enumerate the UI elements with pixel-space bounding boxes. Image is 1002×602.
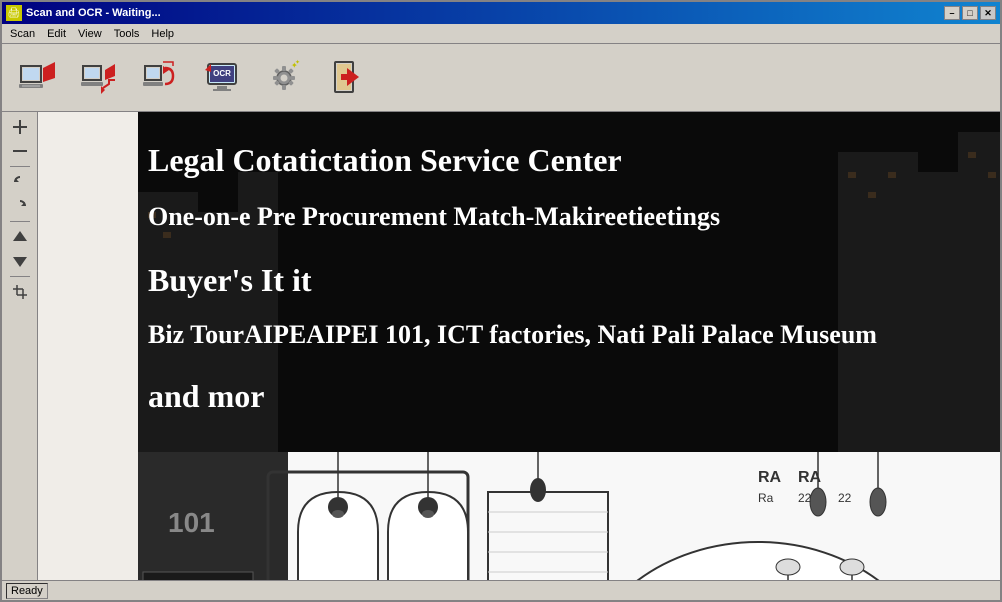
zoom-in-button[interactable] (9, 116, 31, 138)
settings-button[interactable]: ✦ ✦ (254, 48, 314, 108)
minimize-button[interactable]: – (944, 6, 960, 20)
scroll-down-button[interactable] (9, 250, 31, 272)
scan-icon (17, 58, 55, 96)
left-sidebar (2, 112, 38, 580)
zoom-out-button[interactable] (9, 140, 31, 162)
sidebar-separator-2 (10, 221, 30, 222)
svg-text:22: 22 (838, 491, 852, 505)
rotate-right-icon (11, 197, 29, 215)
svg-text:22: 22 (798, 491, 812, 505)
rotate-left-button[interactable] (9, 171, 31, 193)
scan-line-5: and mor (148, 378, 264, 415)
scan-dark-area: Legal Cotatictation Service Center One-o… (138, 112, 1000, 492)
scan-line-4: Biz TourAIPEAIPEI 101, ICT factories, Na… (148, 320, 877, 350)
sidebar-separator-3 (10, 276, 30, 277)
ocr-icon: OCR (203, 58, 241, 96)
scan-return-icon (79, 58, 117, 96)
status-bar: Ready (2, 580, 1000, 600)
title-buttons: – □ ✕ (944, 6, 996, 20)
svg-text:✦: ✦ (295, 59, 300, 66)
menu-scan[interactable]: Scan (4, 27, 41, 41)
window-icon: 🖨 (6, 5, 22, 21)
exit-button[interactable] (316, 48, 376, 108)
scan-line-1: Legal Cotatictation Service Center (148, 142, 622, 179)
title-bar-left: 🖨 Scan and OCR - Waiting... (6, 5, 161, 21)
menu-bar: Scan Edit View Tools Help (2, 24, 1000, 44)
rotate-right-button[interactable] (9, 195, 31, 217)
document-view: Legal Cotatictation Service Center One-o… (38, 112, 1000, 580)
ocr-button[interactable]: OCR (192, 48, 252, 108)
svg-text:101: 101 (168, 507, 215, 538)
exit-icon (327, 58, 365, 96)
refresh-icon (141, 58, 179, 96)
toolbar: OCR (2, 44, 1000, 112)
scan-line-3: Buyer's It it (148, 262, 312, 299)
close-button[interactable]: ✕ (980, 6, 996, 20)
status-text: Ready (6, 583, 48, 599)
window-title: Scan and OCR - Waiting... (26, 7, 161, 19)
rotate-left-icon (11, 173, 29, 191)
svg-text:Ra: Ra (758, 491, 774, 505)
refresh-button[interactable] (130, 48, 190, 108)
menu-help[interactable]: Help (145, 27, 180, 41)
main-area: Legal Cotatictation Service Center One-o… (2, 112, 1000, 580)
scan-return-button[interactable] (68, 48, 128, 108)
restore-button[interactable]: □ (962, 6, 978, 20)
zoom-in-icon (11, 118, 29, 136)
menu-tools[interactable]: Tools (108, 27, 146, 41)
menu-edit[interactable]: Edit (41, 27, 72, 41)
up-arrow-icon (11, 228, 29, 246)
sidebar-separator-1 (10, 166, 30, 167)
scanned-document: Legal Cotatictation Service Center One-o… (138, 112, 1000, 580)
canvas-area[interactable]: Legal Cotatictation Service Center One-o… (38, 112, 1000, 580)
svg-text:OCR: OCR (213, 69, 231, 78)
scan-illustration: Lounge GOLF GOLF (138, 452, 1000, 580)
settings-icon: ✦ ✦ (265, 58, 303, 96)
scroll-up-button[interactable] (9, 226, 31, 248)
svg-text:RA: RA (758, 469, 782, 486)
illustration-svg: Lounge GOLF GOLF (138, 452, 1000, 580)
menu-view[interactable]: View (72, 27, 108, 41)
crop-icon (11, 283, 29, 301)
scan-button[interactable] (6, 48, 66, 108)
scan-line-2: One-on-e Pre Procurement Match-Makireeti… (148, 202, 720, 232)
crop-button[interactable] (9, 281, 31, 303)
down-arrow-icon (11, 252, 29, 270)
svg-text:RA: RA (798, 469, 822, 486)
title-bar: 🖨 Scan and OCR - Waiting... – □ ✕ (2, 2, 1000, 24)
main-window: 🖨 Scan and OCR - Waiting... – □ ✕ Scan E… (0, 0, 1002, 602)
zoom-out-icon (11, 142, 29, 160)
